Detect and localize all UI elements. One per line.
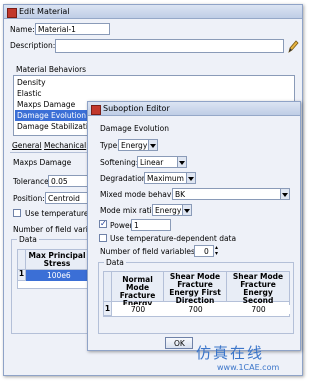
data-table: Max Principal Stress 1 100e6 <box>17 249 89 289</box>
window-title: Edit Material <box>19 7 70 16</box>
abaqus-app-icon <box>91 105 101 115</box>
cell-shear-first-value[interactable]: 700 <box>164 305 227 314</box>
spinner-arrows-icon[interactable]: ▴ ▾ <box>215 245 218 257</box>
damage-evolution-title: Damage Evolution <box>100 124 170 133</box>
column-shear-mode-second-direction: Shear Mode Fracture Energy Second Direct… <box>227 272 290 312</box>
degradation-value: Maximum <box>147 174 184 183</box>
suboption-editor-window: Suboption Editor Damage Evolution Type: … <box>87 101 301 351</box>
name-value: Material-1 <box>38 25 76 34</box>
chevron-down-icon <box>280 189 289 199</box>
degradation-label: Degradation: <box>100 174 150 183</box>
cell-normal-mode-value[interactable]: 700 <box>112 305 164 314</box>
temp-dependent-checkbox[interactable] <box>13 209 21 217</box>
type-value: Energy <box>121 141 148 150</box>
selected-behavior-label: Damage Evolution <box>17 111 87 120</box>
position-dropdown[interactable]: Centroid <box>45 192 90 204</box>
mixed-mode-label: Mixed mode behavior: <box>100 190 184 199</box>
behavior-item-density[interactable]: Density <box>17 79 46 87</box>
behavior-item-damage-stabilization[interactable]: Damage Stabilization <box>17 123 97 131</box>
mixed-mode-dropdown[interactable]: BK <box>172 188 290 200</box>
section-title: Maxps Damage <box>13 158 72 167</box>
chevron-down-icon <box>186 173 195 183</box>
field-variables-spinner[interactable]: 0 <box>194 245 214 257</box>
suboption-titlebar[interactable]: Suboption Editor <box>88 102 300 116</box>
data-group-label: Data <box>17 235 39 244</box>
description-field[interactable] <box>55 39 284 53</box>
watermark-chinese-text: 仿真在线 <box>196 344 265 362</box>
name-field[interactable]: Material-1 <box>35 23 110 35</box>
degradation-dropdown[interactable]: Maximum <box>144 172 196 184</box>
position-value: Centroid <box>48 194 80 203</box>
softening-label: Softening: <box>100 158 139 167</box>
cell-shear-second-value[interactable]: 700 <box>227 305 290 314</box>
softening-value: Linear <box>140 158 164 167</box>
name-label: Name: <box>10 25 35 34</box>
mixed-mode-value: BK <box>175 190 186 199</box>
chevron-down-icon <box>182 205 191 215</box>
menu-mechanical[interactable]: Mechanical <box>44 142 86 150</box>
mode-mix-dropdown[interactable]: Energy <box>152 204 192 216</box>
chevron-down-icon <box>177 157 186 167</box>
watermark-url: www.1CAE.com <box>217 363 280 372</box>
temp-dependent-checkbox[interactable] <box>99 234 107 242</box>
table-cell-stress-value[interactable]: 100e6 <box>26 270 89 281</box>
field-variables-value: 0 <box>204 247 209 256</box>
data-group-label: Data <box>104 258 126 267</box>
edit-pencil-icon[interactable] <box>287 38 299 54</box>
stress-value-text: 100e6 <box>47 271 71 280</box>
column-shear-mode-first-direction: Shear Mode Fracture Energy First Directi… <box>164 272 227 304</box>
field-variables-label: Number of field variab <box>13 225 98 234</box>
table-corner-cell <box>18 250 26 270</box>
behavior-item-damage-evolution-selected[interactable]: Damage Evolution <box>15 110 93 121</box>
data-table: Normal Mode Fracture Energy Shear Mode F… <box>103 271 290 317</box>
type-dropdown[interactable]: Energy <box>118 139 158 151</box>
power-field[interactable]: 1 <box>131 219 171 231</box>
abaqus-app-icon <box>7 8 17 18</box>
menu-divider <box>10 152 90 153</box>
mode-mix-label: Mode mix ratio: <box>100 206 159 215</box>
menu-general[interactable]: General <box>12 142 42 150</box>
description-label: Description: <box>10 41 56 50</box>
tolerance-field[interactable]: 0.05 <box>48 175 90 187</box>
position-label: Position: <box>13 194 45 203</box>
table-row-index: 1 <box>18 270 26 281</box>
power-checkbox[interactable] <box>99 219 107 228</box>
column-normal-mode-fracture-energy: Normal Mode Fracture Energy <box>112 272 164 307</box>
softening-dropdown[interactable]: Linear <box>137 156 187 168</box>
ok-button[interactable]: OK <box>165 337 193 349</box>
behavior-item-elastic[interactable]: Elastic <box>17 90 41 98</box>
mode-mix-value: Energy <box>155 206 182 215</box>
edit-material-titlebar[interactable]: Edit Material <box>4 5 302 19</box>
type-label: Type: <box>100 141 120 150</box>
tolerance-label: Tolerance: <box>13 177 52 186</box>
ok-label: OK <box>174 339 185 348</box>
suboption-title: Suboption Editor <box>103 104 170 113</box>
chevron-down-icon <box>148 140 157 150</box>
power-label: Power <box>110 221 133 230</box>
field-variables-label: Number of field variables: <box>100 247 198 256</box>
table-row-index: 1 <box>104 302 112 316</box>
tolerance-value: 0.05 <box>51 177 68 186</box>
behavior-item-maxps-damage[interactable]: Maxps Damage <box>17 101 75 109</box>
behaviors-group-label: Material Behaviors <box>16 65 87 74</box>
temp-dependent-label: Use temperature-dependent data <box>110 234 237 243</box>
table-header-max-principal-stress: Max Principal Stress <box>26 250 89 270</box>
table-corner-cell <box>104 272 112 302</box>
power-value: 1 <box>134 221 139 230</box>
